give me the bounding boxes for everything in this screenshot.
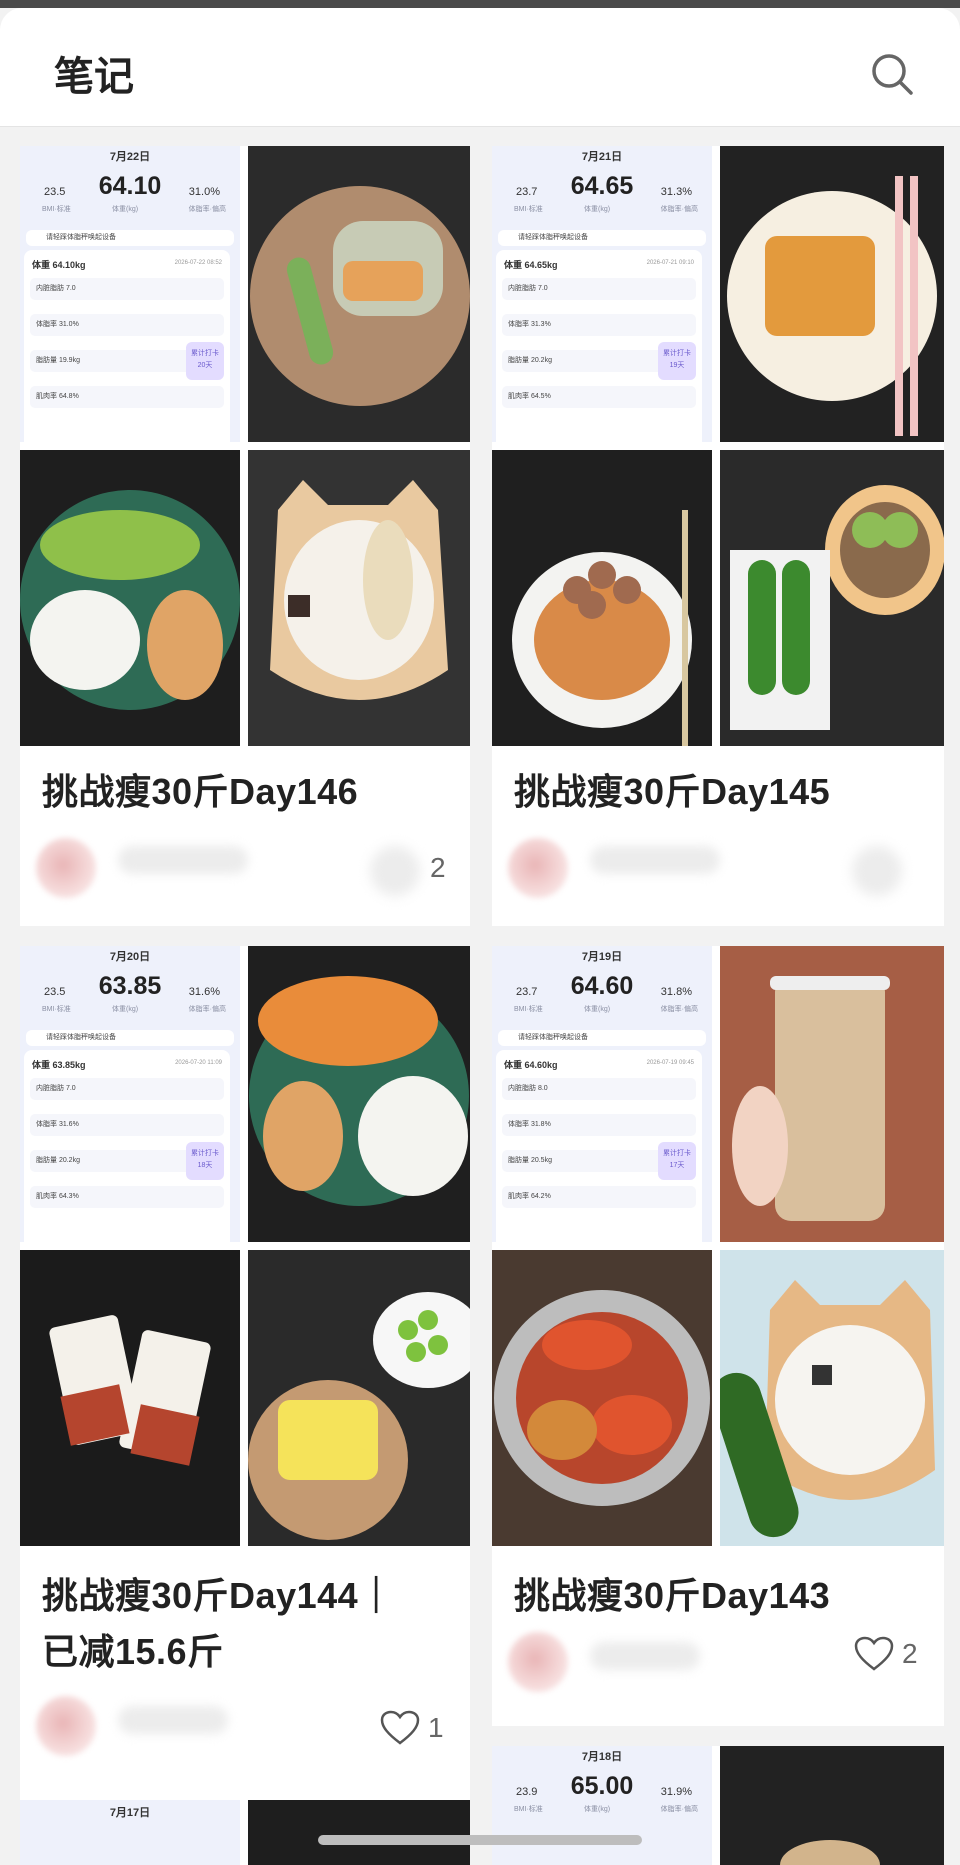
avatar[interactable] [508, 838, 568, 898]
note-card[interactable]: 7月22日 64.10 23.5 31.0% BMI·标准 体重(kg) 体脂率… [20, 146, 470, 926]
app-header: 笔记 [0, 8, 960, 127]
scale-screenshot: 7月19日 64.60 23.7 31.8% BMI·标准 体重(kg) 体脂率… [492, 946, 712, 1242]
food-photo [248, 1250, 470, 1546]
scale-screenshot: 7月17日 [20, 1800, 240, 1865]
like-button[interactable]: 1 [380, 1710, 444, 1746]
food-photo [20, 450, 240, 746]
avatar[interactable] [508, 1632, 568, 1692]
scale-screenshot: 7月21日 64.65 23.7 31.3% BMI·标准 体重(kg) 体脂率… [492, 146, 712, 442]
card-title-line-2[interactable]: 已减15.6斤 [42, 1624, 224, 1680]
note-card[interactable]: 7月20日 63.85 23.5 31.6% BMI·标准 体重(kg) 体脂率… [20, 946, 470, 1800]
photo-grid: 7月21日 64.65 23.7 31.3% BMI·标准 体重(kg) 体脂率… [492, 146, 944, 746]
food-photo [720, 1250, 944, 1546]
avatar[interactable] [36, 1696, 96, 1756]
like-icon[interactable] [852, 846, 902, 896]
food-photo [248, 946, 470, 1242]
scale-screenshot: 7月20日 63.85 23.5 31.6% BMI·标准 体重(kg) 体脂率… [20, 946, 240, 1242]
page-title: 笔记 [54, 55, 134, 99]
food-photo [248, 146, 470, 442]
scale-screenshot: 7月22日 64.10 23.5 31.0% BMI·标准 体重(kg) 体脂率… [20, 146, 240, 442]
like-button[interactable]: 2 [854, 1636, 918, 1672]
author-name[interactable] [118, 1706, 228, 1734]
like-count: 2 [902, 1638, 918, 1669]
photo-grid: 7月22日 64.10 23.5 31.0% BMI·标准 体重(kg) 体脂率… [20, 146, 470, 746]
heart-icon [854, 1636, 894, 1671]
card-title[interactable]: 挑战瘦30斤Day143 [514, 1568, 830, 1624]
food-photo [492, 450, 712, 746]
note-card-partial[interactable]: 7月17日 [20, 1800, 470, 1865]
note-card[interactable]: 7月21日 64.65 23.7 31.3% BMI·标准 体重(kg) 体脂率… [492, 146, 944, 926]
card-title[interactable]: 挑战瘦30斤Day146 [42, 764, 358, 820]
author-name[interactable] [590, 846, 720, 874]
heart-icon [380, 1710, 420, 1745]
photo-grid: 7月19日 64.60 23.7 31.8% BMI·标准 体重(kg) 体脂率… [492, 946, 944, 1546]
like-icon[interactable] [370, 846, 420, 896]
food-photo [248, 450, 470, 746]
photo-grid: 7月20日 63.85 23.5 31.6% BMI·标准 体重(kg) 体脂率… [20, 946, 470, 1546]
avatar[interactable] [36, 838, 96, 898]
author-name[interactable] [118, 846, 248, 874]
search-icon[interactable] [868, 50, 916, 98]
food-photo [720, 946, 944, 1242]
food-photo [720, 146, 944, 442]
note-card[interactable]: 7月19日 64.60 23.7 31.8% BMI·标准 体重(kg) 体脂率… [492, 946, 944, 1726]
food-photo [248, 1800, 470, 1865]
author-name[interactable] [590, 1642, 700, 1670]
food-photo [492, 1250, 712, 1546]
status-strip [0, 0, 960, 8]
note-card-partial[interactable]: 7月18日 65.00 23.9 31.9% BMI·标准 体重(kg) 体脂率… [492, 1746, 944, 1865]
card-title[interactable]: 挑战瘦30斤Day145 [514, 764, 830, 820]
like-count: 1 [428, 1712, 444, 1743]
scale-screenshot: 7月18日 65.00 23.9 31.9% BMI·标准 体重(kg) 体脂率… [492, 1746, 712, 1865]
card-title-line-1[interactable]: 挑战瘦30斤Day144｜ [42, 1568, 395, 1624]
like-count: 2 [430, 852, 446, 883]
food-photo [720, 450, 944, 746]
food-photo [720, 1746, 944, 1865]
home-indicator[interactable] [318, 1835, 642, 1845]
food-photo [20, 1250, 240, 1546]
